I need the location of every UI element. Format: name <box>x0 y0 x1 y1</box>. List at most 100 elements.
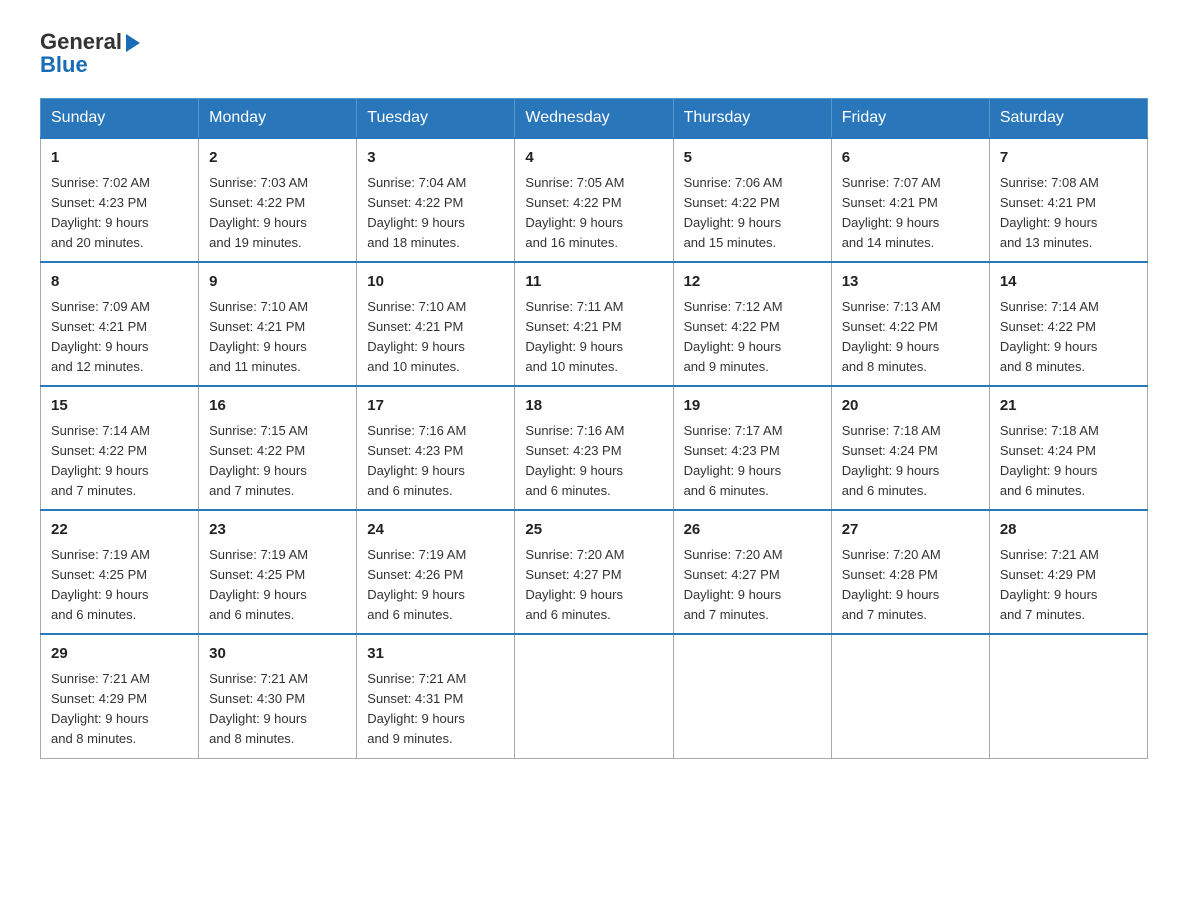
day-info: Sunrise: 7:14 AMSunset: 4:22 PMDaylight:… <box>1000 299 1099 374</box>
day-cell-10: 10 Sunrise: 7:10 AMSunset: 4:21 PMDayligh… <box>357 262 515 386</box>
day-info: Sunrise: 7:19 AMSunset: 4:26 PMDaylight:… <box>367 547 466 622</box>
day-info: Sunrise: 7:16 AMSunset: 4:23 PMDaylight:… <box>367 423 466 498</box>
day-number: 28 <box>1000 519 1137 542</box>
day-cell-7: 7 Sunrise: 7:08 AMSunset: 4:21 PMDaylight… <box>989 138 1147 262</box>
day-info: Sunrise: 7:18 AMSunset: 4:24 PMDaylight:… <box>842 423 941 498</box>
day-cell-3: 3 Sunrise: 7:04 AMSunset: 4:22 PMDaylight… <box>357 138 515 262</box>
day-info: Sunrise: 7:19 AMSunset: 4:25 PMDaylight:… <box>51 547 150 622</box>
day-info: Sunrise: 7:11 AMSunset: 4:21 PMDaylight:… <box>525 299 623 374</box>
day-info: Sunrise: 7:10 AMSunset: 4:21 PMDaylight:… <box>367 299 466 374</box>
day-info: Sunrise: 7:19 AMSunset: 4:25 PMDaylight:… <box>209 547 308 622</box>
week-row-2: 8 Sunrise: 7:09 AMSunset: 4:21 PMDaylight… <box>41 262 1148 386</box>
day-cell-25: 25 Sunrise: 7:20 AMSunset: 4:27 PMDayligh… <box>515 510 673 634</box>
day-cell-14: 14 Sunrise: 7:14 AMSunset: 4:22 PMDayligh… <box>989 262 1147 386</box>
day-number: 8 <box>51 271 188 294</box>
day-cell-8: 8 Sunrise: 7:09 AMSunset: 4:21 PMDaylight… <box>41 262 199 386</box>
week-row-1: 1 Sunrise: 7:02 AMSunset: 4:23 PMDaylight… <box>41 138 1148 262</box>
day-info: Sunrise: 7:21 AMSunset: 4:29 PMDaylight:… <box>1000 547 1099 622</box>
day-info: Sunrise: 7:20 AMSunset: 4:27 PMDaylight:… <box>525 547 624 622</box>
header-day-sunday: Sunday <box>41 99 199 139</box>
calendar-header-row: SundayMondayTuesdayWednesdayThursdayFrid… <box>41 99 1148 139</box>
day-cell-12: 12 Sunrise: 7:12 AMSunset: 4:22 PMDayligh… <box>673 262 831 386</box>
day-cell-18: 18 Sunrise: 7:16 AMSunset: 4:23 PMDayligh… <box>515 386 673 510</box>
day-number: 9 <box>209 271 346 294</box>
empty-cell <box>831 634 989 758</box>
day-info: Sunrise: 7:08 AMSunset: 4:21 PMDaylight:… <box>1000 175 1099 250</box>
day-number: 31 <box>367 643 504 666</box>
day-number: 4 <box>525 147 662 170</box>
day-info: Sunrise: 7:15 AMSunset: 4:22 PMDaylight:… <box>209 423 308 498</box>
day-number: 24 <box>367 519 504 542</box>
day-info: Sunrise: 7:10 AMSunset: 4:21 PMDaylight:… <box>209 299 308 374</box>
day-number: 11 <box>525 271 662 294</box>
day-number: 10 <box>367 271 504 294</box>
day-number: 18 <box>525 395 662 418</box>
day-info: Sunrise: 7:05 AMSunset: 4:22 PMDaylight:… <box>525 175 624 250</box>
day-number: 22 <box>51 519 188 542</box>
day-info: Sunrise: 7:17 AMSunset: 4:23 PMDaylight:… <box>684 423 783 498</box>
day-number: 14 <box>1000 271 1137 294</box>
day-cell-5: 5Sunrise: 7:06 AMSunset: 4:22 PMDaylight… <box>673 138 831 262</box>
day-cell-23: 23 Sunrise: 7:19 AMSunset: 4:25 PMDayligh… <box>199 510 357 634</box>
day-cell-11: 11 Sunrise: 7:11 AMSunset: 4:21 PMDayligh… <box>515 262 673 386</box>
day-info: Sunrise: 7:13 AMSunset: 4:22 PMDaylight:… <box>842 299 941 374</box>
header-day-wednesday: Wednesday <box>515 99 673 139</box>
day-number: 29 <box>51 643 188 666</box>
day-info: Sunrise: 7:21 AMSunset: 4:29 PMDaylight:… <box>51 671 150 746</box>
empty-cell <box>673 634 831 758</box>
day-cell-28: 28 Sunrise: 7:21 AMSunset: 4:29 PMDayligh… <box>989 510 1147 634</box>
day-info: Sunrise: 7:09 AMSunset: 4:21 PMDaylight:… <box>51 299 150 374</box>
day-cell-15: 15 Sunrise: 7:14 AMSunset: 4:22 PMDayligh… <box>41 386 199 510</box>
day-cell-19: 19 Sunrise: 7:17 AMSunset: 4:23 PMDayligh… <box>673 386 831 510</box>
day-cell-16: 16 Sunrise: 7:15 AMSunset: 4:22 PMDayligh… <box>199 386 357 510</box>
day-info: Sunrise: 7:04 AMSunset: 4:22 PMDaylight:… <box>367 175 466 250</box>
day-cell-26: 26Sunrise: 7:20 AMSunset: 4:27 PMDayligh… <box>673 510 831 634</box>
logo: General Blue <box>40 30 140 78</box>
day-number: 17 <box>367 395 504 418</box>
day-number: 3 <box>367 147 504 170</box>
day-info: Sunrise: 7:14 AMSunset: 4:22 PMDaylight:… <box>51 423 150 498</box>
day-number: 6 <box>842 147 979 170</box>
header-day-friday: Friday <box>831 99 989 139</box>
header-day-monday: Monday <box>199 99 357 139</box>
day-info: Sunrise: 7:02 AMSunset: 4:23 PMDaylight:… <box>51 175 150 250</box>
day-number: 7 <box>1000 147 1137 170</box>
day-info: Sunrise: 7:20 AMSunset: 4:28 PMDaylight:… <box>842 547 941 622</box>
logo-line2: Blue <box>40 52 88 78</box>
day-number: 19 <box>684 395 821 418</box>
week-row-5: 29 Sunrise: 7:21 AMSunset: 4:29 PMDayligh… <box>41 634 1148 758</box>
day-number: 27 <box>842 519 979 542</box>
day-number: 1 <box>51 147 188 170</box>
day-info: Sunrise: 7:03 AMSunset: 4:22 PMDaylight:… <box>209 175 308 250</box>
day-number: 12 <box>684 271 821 294</box>
header-day-tuesday: Tuesday <box>357 99 515 139</box>
day-cell-9: 9 Sunrise: 7:10 AMSunset: 4:21 PMDaylight… <box>199 262 357 386</box>
day-info: Sunrise: 7:12 AMSunset: 4:22 PMDaylight:… <box>684 299 783 374</box>
day-info: Sunrise: 7:21 AMSunset: 4:30 PMDaylight:… <box>209 671 308 746</box>
day-cell-30: 30Sunrise: 7:21 AMSunset: 4:30 PMDayligh… <box>199 634 357 758</box>
day-number: 2 <box>209 147 346 170</box>
day-number: 20 <box>842 395 979 418</box>
day-number: 25 <box>525 519 662 542</box>
calendar: SundayMondayTuesdayWednesdayThursdayFrid… <box>40 98 1148 758</box>
day-number: 15 <box>51 395 188 418</box>
header: General Blue <box>40 30 1148 78</box>
day-number: 23 <box>209 519 346 542</box>
day-info: Sunrise: 7:16 AMSunset: 4:23 PMDaylight:… <box>525 423 624 498</box>
empty-cell <box>515 634 673 758</box>
day-number: 13 <box>842 271 979 294</box>
day-number: 21 <box>1000 395 1137 418</box>
day-cell-22: 22 Sunrise: 7:19 AMSunset: 4:25 PMDayligh… <box>41 510 199 634</box>
day-cell-31: 31Sunrise: 7:21 AMSunset: 4:31 PMDayligh… <box>357 634 515 758</box>
day-number: 16 <box>209 395 346 418</box>
day-cell-17: 17 Sunrise: 7:16 AMSunset: 4:23 PMDayligh… <box>357 386 515 510</box>
day-info: Sunrise: 7:18 AMSunset: 4:24 PMDaylight:… <box>1000 423 1099 498</box>
day-number: 26 <box>684 519 821 542</box>
logo-line1: General <box>40 30 140 54</box>
day-cell-29: 29 Sunrise: 7:21 AMSunset: 4:29 PMDayligh… <box>41 634 199 758</box>
day-cell-6: 6Sunrise: 7:07 AMSunset: 4:21 PMDaylight… <box>831 138 989 262</box>
day-info: Sunrise: 7:06 AMSunset: 4:22 PMDaylight:… <box>684 175 783 250</box>
day-cell-21: 21 Sunrise: 7:18 AMSunset: 4:24 PMDayligh… <box>989 386 1147 510</box>
header-day-saturday: Saturday <box>989 99 1147 139</box>
day-cell-4: 4 Sunrise: 7:05 AMSunset: 4:22 PMDaylight… <box>515 138 673 262</box>
